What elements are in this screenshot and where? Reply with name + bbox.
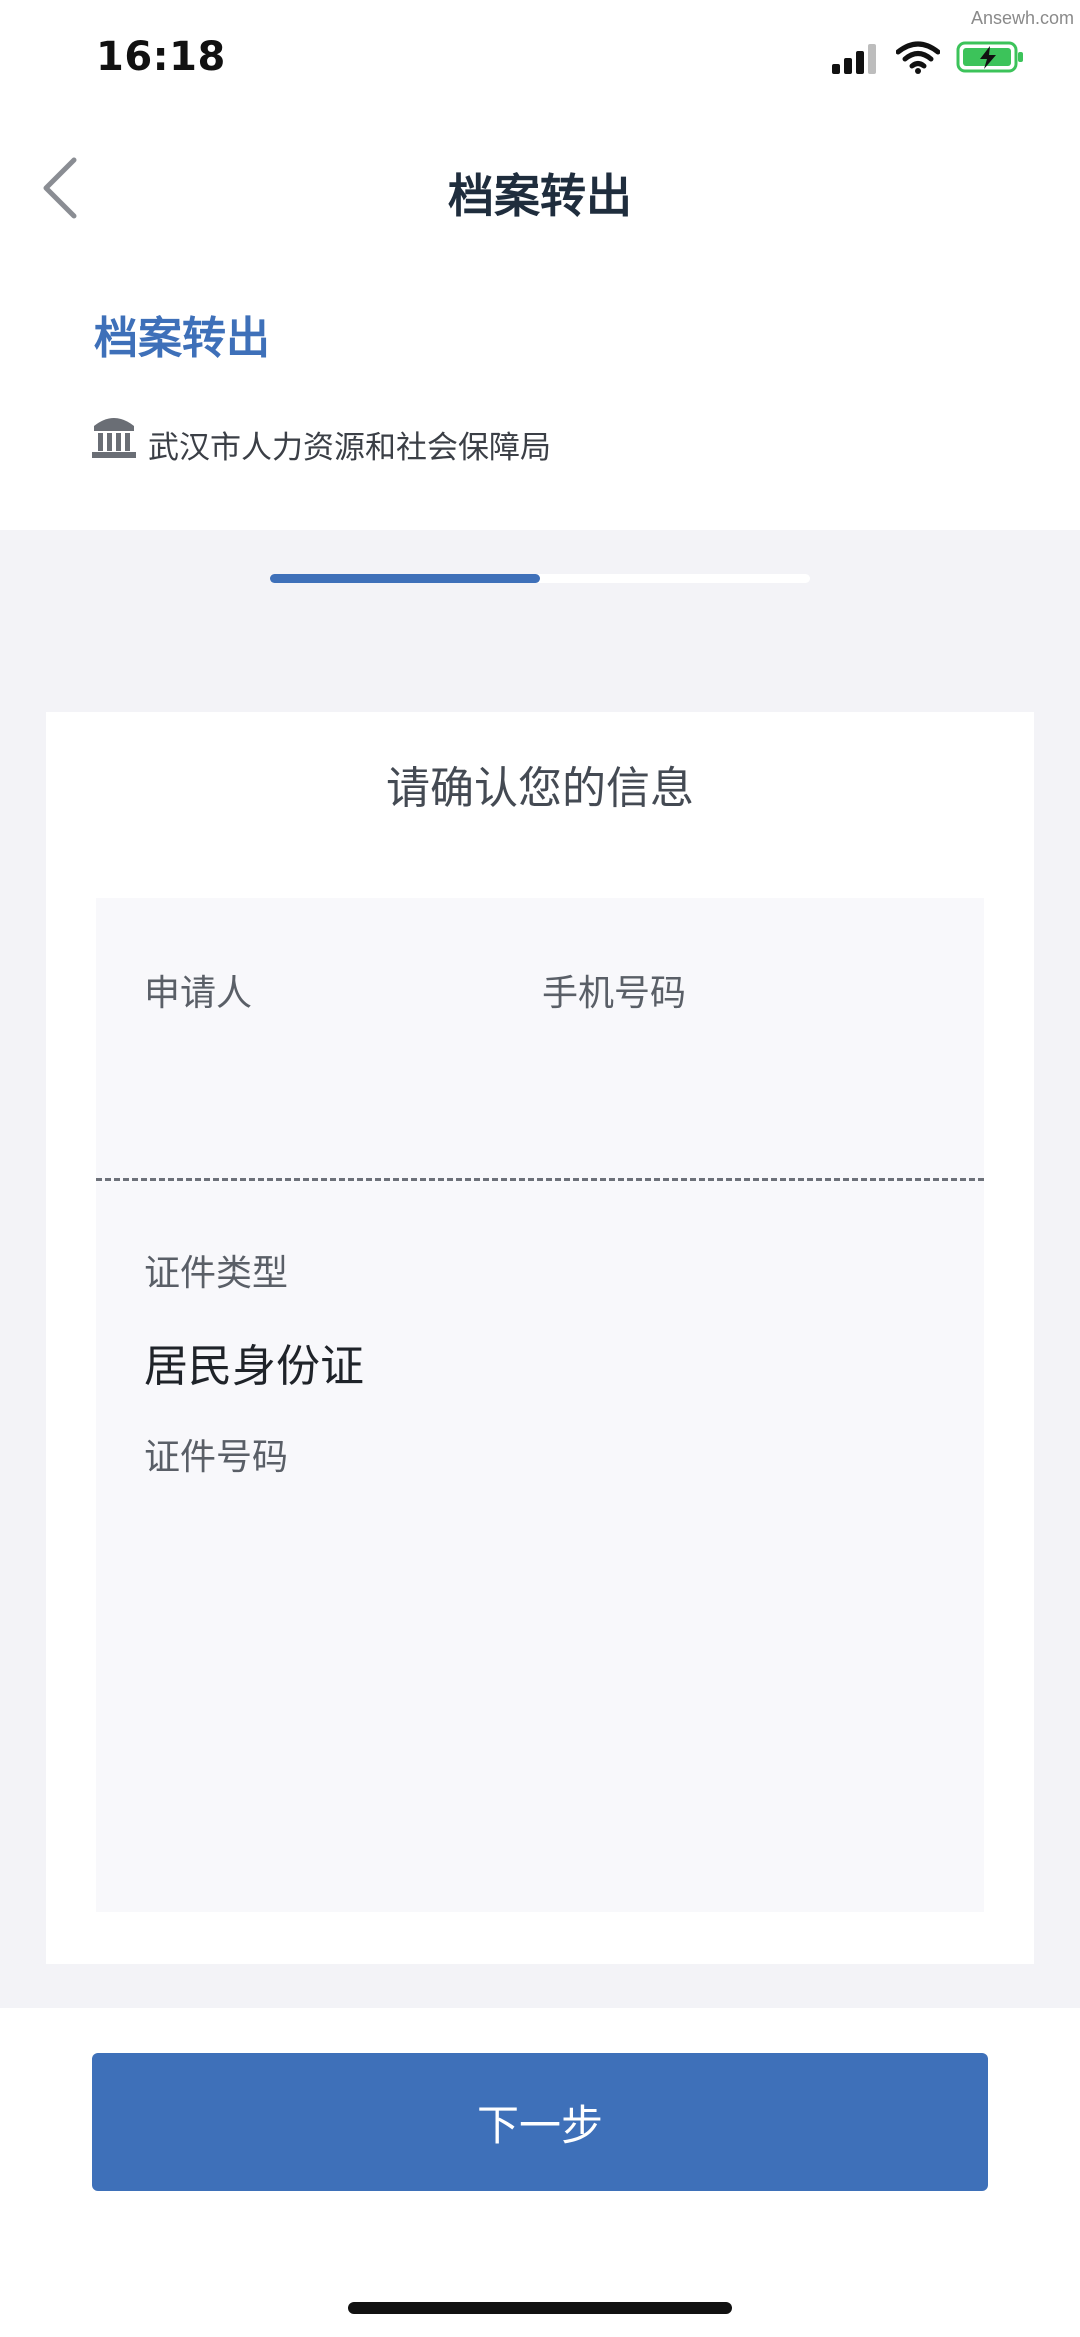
- progress-bar-fill: [270, 574, 540, 583]
- id-type-label: 证件类型: [144, 1253, 289, 1294]
- confirm-info-card: 请确认您的信息 申请人 手机号码 证件类型 居民身份证 证件号码: [46, 712, 1034, 1964]
- cellular-signal-icon: [832, 44, 876, 74]
- id-number-label: 证件号码: [144, 1437, 289, 1478]
- status-time: 16:18: [96, 34, 226, 80]
- government-building-icon: [92, 418, 136, 458]
- applicant-label: 申请人: [144, 973, 253, 1014]
- next-step-button[interactable]: 下一步: [92, 2053, 988, 2191]
- dashed-divider: [96, 1178, 984, 1181]
- battery-charging-icon: [956, 41, 1023, 73]
- progress-bar: [270, 574, 810, 583]
- info-panel: 申请人 手机号码 证件类型 居民身份证 证件号码: [96, 898, 984, 1912]
- service-title: 档案转出: [94, 313, 270, 364]
- wifi-icon: [896, 41, 940, 74]
- phone-label: 手机号码: [542, 973, 687, 1014]
- agency-name: 武汉市人力资源和社会保障局: [148, 430, 551, 466]
- id-type-value: 居民身份证: [144, 1341, 364, 1392]
- watermark-text: Ansewh.com: [970, 8, 1074, 28]
- card-title: 请确认您的信息: [386, 763, 694, 814]
- home-indicator[interactable]: [348, 2302, 732, 2314]
- page-title: 档案转出: [448, 169, 632, 223]
